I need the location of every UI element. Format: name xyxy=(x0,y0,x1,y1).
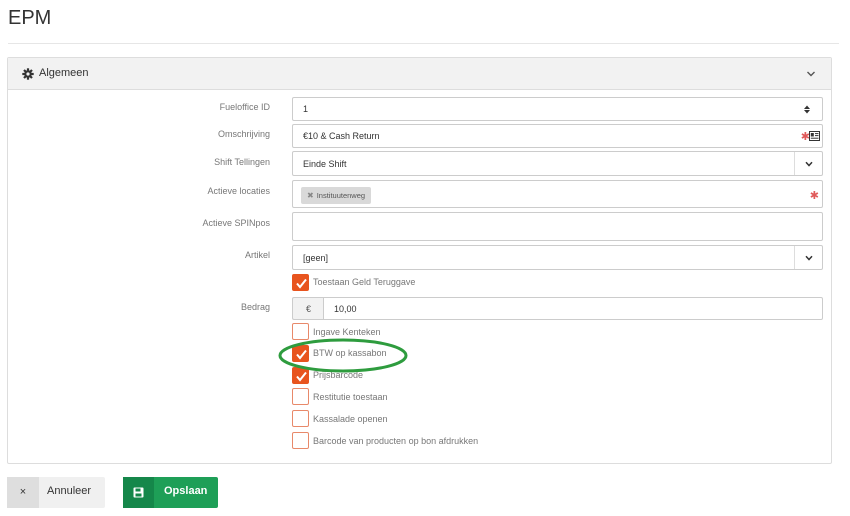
omschrijving-value: €10 & Cash Return xyxy=(303,131,380,141)
id-card-icon xyxy=(809,131,820,141)
checkbox-barcode-op-bon[interactable] xyxy=(292,432,309,449)
bedrag-input[interactable]: 10,00 xyxy=(323,297,823,320)
checkbox-toestaan-geld-teruggave[interactable] xyxy=(292,274,309,291)
panel-header[interactable]: Algemeen xyxy=(8,58,831,90)
gear-icon xyxy=(22,68,34,80)
cancel-button-label: Annuleer xyxy=(47,485,92,497)
fueloffice-id-value: 1 xyxy=(303,104,309,114)
shift-tellingen-value: Einde Shift xyxy=(303,159,347,169)
fueloffice-id-label: Fueloffice ID xyxy=(219,102,270,112)
cancel-button[interactable]: × Annuleer xyxy=(7,477,105,508)
checkbox-label: Restitutie toestaan xyxy=(313,392,388,402)
artikel-label: Artikel xyxy=(244,250,270,260)
shift-tellingen-label: Shift Tellingen xyxy=(214,157,270,167)
chevron-down-icon xyxy=(805,161,813,167)
save-icon xyxy=(133,487,144,498)
panel-title: Algemeen xyxy=(39,67,89,79)
omschrijving-input[interactable]: €10 & Cash Return ✱ xyxy=(292,124,823,148)
title-divider xyxy=(8,43,839,44)
checkbox-label: Toestaan Geld Teruggave xyxy=(313,277,416,287)
checkbox-kassalade-openen[interactable] xyxy=(292,410,309,427)
bedrag-label: Bedrag xyxy=(240,302,270,312)
save-button[interactable]: Opslaan xyxy=(123,477,218,508)
checkbox-label: Ingave Kenteken xyxy=(313,327,381,337)
location-tag[interactable]: ✖ Instituutenweg xyxy=(301,187,372,204)
page-title: EPM xyxy=(8,7,52,29)
remove-tag-icon[interactable]: ✖ xyxy=(307,191,314,200)
checkbox-label: Kassalade openen xyxy=(313,414,388,424)
highlight-annotation xyxy=(278,338,408,373)
chevron-down-icon xyxy=(805,255,813,261)
actieve-locaties-multiselect[interactable]: ✖ Instituutenweg ✱ xyxy=(292,180,823,208)
close-icon: × xyxy=(7,477,39,508)
checkbox-label: Barcode van producten op bon afdrukken xyxy=(313,436,479,446)
bedrag-value: 10,00 xyxy=(334,304,357,314)
actieve-spinpos-label: Actieve SPINpos xyxy=(202,218,270,228)
actieve-spinpos-input[interactable] xyxy=(292,212,823,241)
chevron-down-icon[interactable] xyxy=(806,70,816,78)
save-button-label: Opslaan xyxy=(164,485,208,497)
required-icon: ✱ xyxy=(809,190,819,202)
actieve-locaties-label: Actieve locaties xyxy=(207,186,270,196)
shift-tellingen-select[interactable]: Einde Shift xyxy=(292,151,823,176)
fueloffice-id-input[interactable]: 1 xyxy=(292,97,823,121)
artikel-select[interactable]: [geen] xyxy=(292,245,823,270)
currency-addon: € xyxy=(292,297,324,320)
artikel-value: [geen] xyxy=(303,253,329,263)
omschrijving-label: Omschrijving xyxy=(217,129,270,139)
checkbox-restitutie-toestaan[interactable] xyxy=(292,388,309,405)
checkmark-icon xyxy=(296,278,307,289)
spinner-arrows-icon[interactable] xyxy=(803,105,811,114)
